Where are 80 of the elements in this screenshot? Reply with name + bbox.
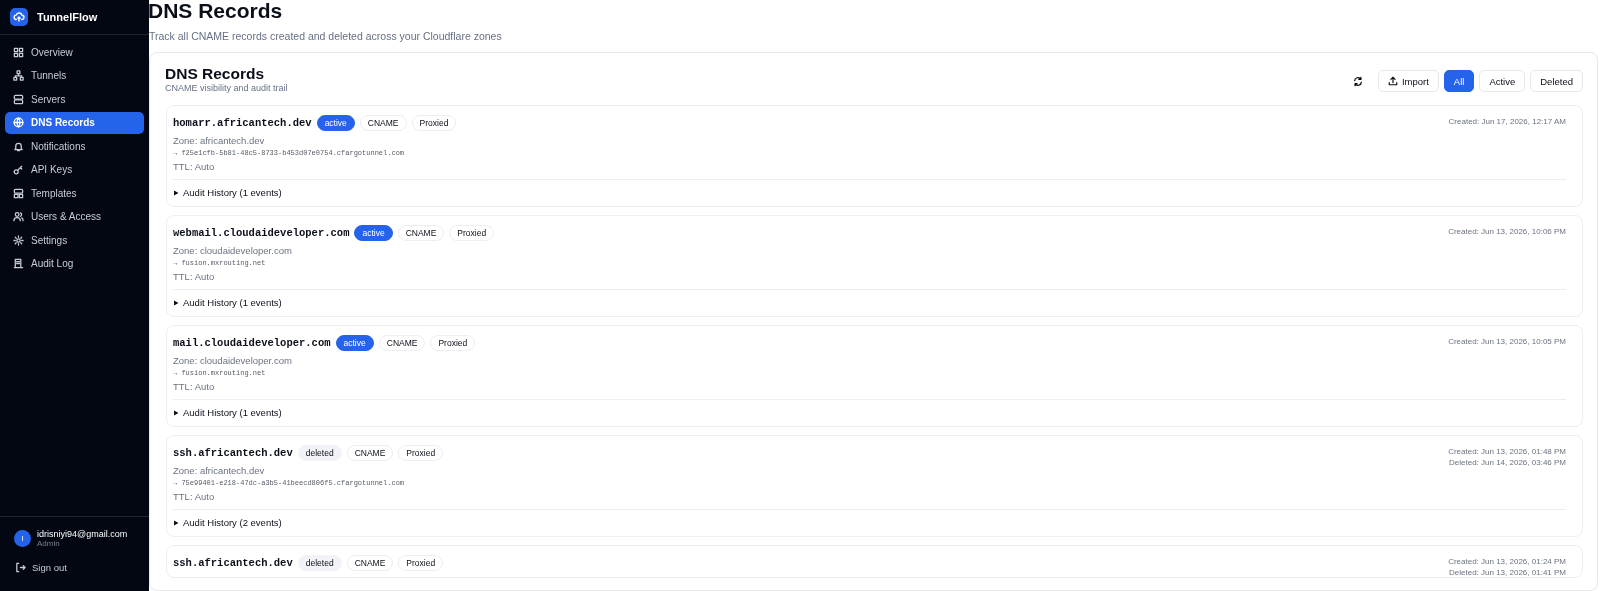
nav-item[interactable]: Notifications: [5, 135, 144, 157]
created-date: Created: Jun 13, 2026, 10:05 PM: [1448, 337, 1566, 346]
record-zone: Zone: cloudaideveloper.com: [173, 355, 293, 366]
nav-item[interactable]: Overview: [5, 41, 144, 63]
proxy-badge: Proxied: [398, 445, 444, 461]
triangle-icon: [173, 409, 179, 416]
bell-icon: [13, 140, 24, 152]
deleted-date: Deleted: Jun 13, 2026, 01:41 PM: [1449, 568, 1566, 577]
created-date: Created: Jun 13, 2026, 01:24 PM: [1448, 557, 1566, 566]
status-badge: active: [335, 335, 374, 351]
user-role: Admin: [37, 539, 61, 548]
record-zone: Zone: africantech.dev: [173, 135, 266, 146]
nav-item[interactable]: DNS Records: [5, 111, 144, 134]
sign-out-button[interactable]: Sign out: [0, 552, 149, 591]
user-email: idrisniyi94@gmail.com: [37, 529, 128, 539]
proxy-badge: Proxied: [398, 555, 444, 571]
record-name: ssh.africantech.dev: [173, 447, 293, 459]
brand-name: TunnelFlow: [37, 11, 98, 23]
status-badge: active: [354, 225, 393, 241]
sign-out-icon: [15, 562, 26, 573]
record-zone: Zone: africantech.dev: [173, 465, 266, 476]
users-icon: [13, 211, 24, 222]
nav-item[interactable]: Templates: [5, 182, 144, 204]
triangle-icon: [173, 189, 179, 196]
triangle-icon: [173, 519, 179, 526]
layout-icon: [13, 187, 24, 199]
panel-title: DNS Records: [165, 65, 266, 83]
key-icon: [13, 164, 24, 175]
nav-item[interactable]: Audit Log: [5, 252, 144, 275]
type-badge: CNAME: [397, 225, 445, 241]
status-badge: deleted: [297, 555, 342, 571]
refresh-icon: [1352, 75, 1363, 87]
server-icon: [13, 93, 24, 105]
record-ttl: TTL: Auto: [173, 271, 216, 282]
record-name: mail.cloudaideveloper.com: [173, 337, 331, 349]
nav-item[interactable]: Tunnels: [5, 64, 144, 87]
record-zone: Zone: cloudaideveloper.com: [173, 245, 293, 256]
scroll-icon: [13, 258, 24, 269]
record-ttl: TTL: Auto: [173, 381, 216, 392]
status-badge: deleted: [297, 445, 342, 461]
panel-subtitle: CNAME visibility and audit trail: [165, 83, 288, 93]
audit-history-toggle[interactable]: Audit History (1 events): [173, 407, 282, 418]
import-button[interactable]: Import: [1377, 70, 1439, 92]
type-badge: CNAME: [346, 555, 394, 571]
page-title: DNS Records: [149, 0, 284, 24]
created-date: Created: Jun 13, 2026, 10:06 PM: [1448, 227, 1566, 236]
proxy-badge: Proxied: [430, 335, 476, 351]
gear-icon: [13, 234, 24, 246]
page-subtitle: Track all CNAME records created and deleted across your Cloudflare zones: [149, 30, 503, 42]
avatar: I: [14, 530, 31, 547]
created-date: Created: Jun 17, 2026, 12:17 AM: [1448, 117, 1566, 126]
globe-icon: [13, 117, 24, 128]
type-badge: CNAME: [359, 115, 407, 131]
status-badge: active: [316, 115, 355, 131]
network-icon: [13, 70, 24, 81]
filter-tab[interactable]: Deleted: [1530, 70, 1583, 92]
type-badge: CNAME: [378, 335, 426, 351]
filter-tab[interactable]: All: [1443, 70, 1475, 92]
record-name: webmail.cloudaideveloper.com: [173, 227, 350, 239]
record-name: homarr.africantech.dev: [173, 117, 312, 129]
record-ttl: TTL: Auto: [173, 161, 216, 172]
filter-tab[interactable]: Active: [1479, 70, 1526, 92]
audit-history-toggle[interactable]: Audit History (1 events): [173, 297, 282, 308]
upload-icon: [1387, 76, 1398, 86]
type-badge: CNAME: [346, 445, 394, 461]
proxy-badge: Proxied: [449, 225, 495, 241]
record-name: ssh.africantech.dev: [173, 557, 293, 569]
audit-history-toggle[interactable]: Audit History (1 events): [173, 187, 282, 198]
logo-icon: [10, 8, 28, 26]
record-ttl: TTL: Auto: [173, 491, 216, 502]
audit-history-toggle[interactable]: Audit History (2 events): [173, 517, 282, 528]
nav-item[interactable]: Settings: [5, 229, 144, 251]
proxy-badge: Proxied: [411, 115, 457, 131]
deleted-date: Deleted: Jun 14, 2026, 03:46 PM: [1449, 458, 1566, 467]
nav-item[interactable]: Users & Access: [5, 205, 144, 228]
nav-item[interactable]: API Keys: [5, 158, 144, 181]
triangle-icon: [173, 299, 179, 306]
grid-icon: [13, 46, 24, 58]
nav-item[interactable]: Servers: [5, 88, 144, 110]
created-date: Created: Jun 13, 2026, 01:48 PM: [1448, 447, 1566, 456]
